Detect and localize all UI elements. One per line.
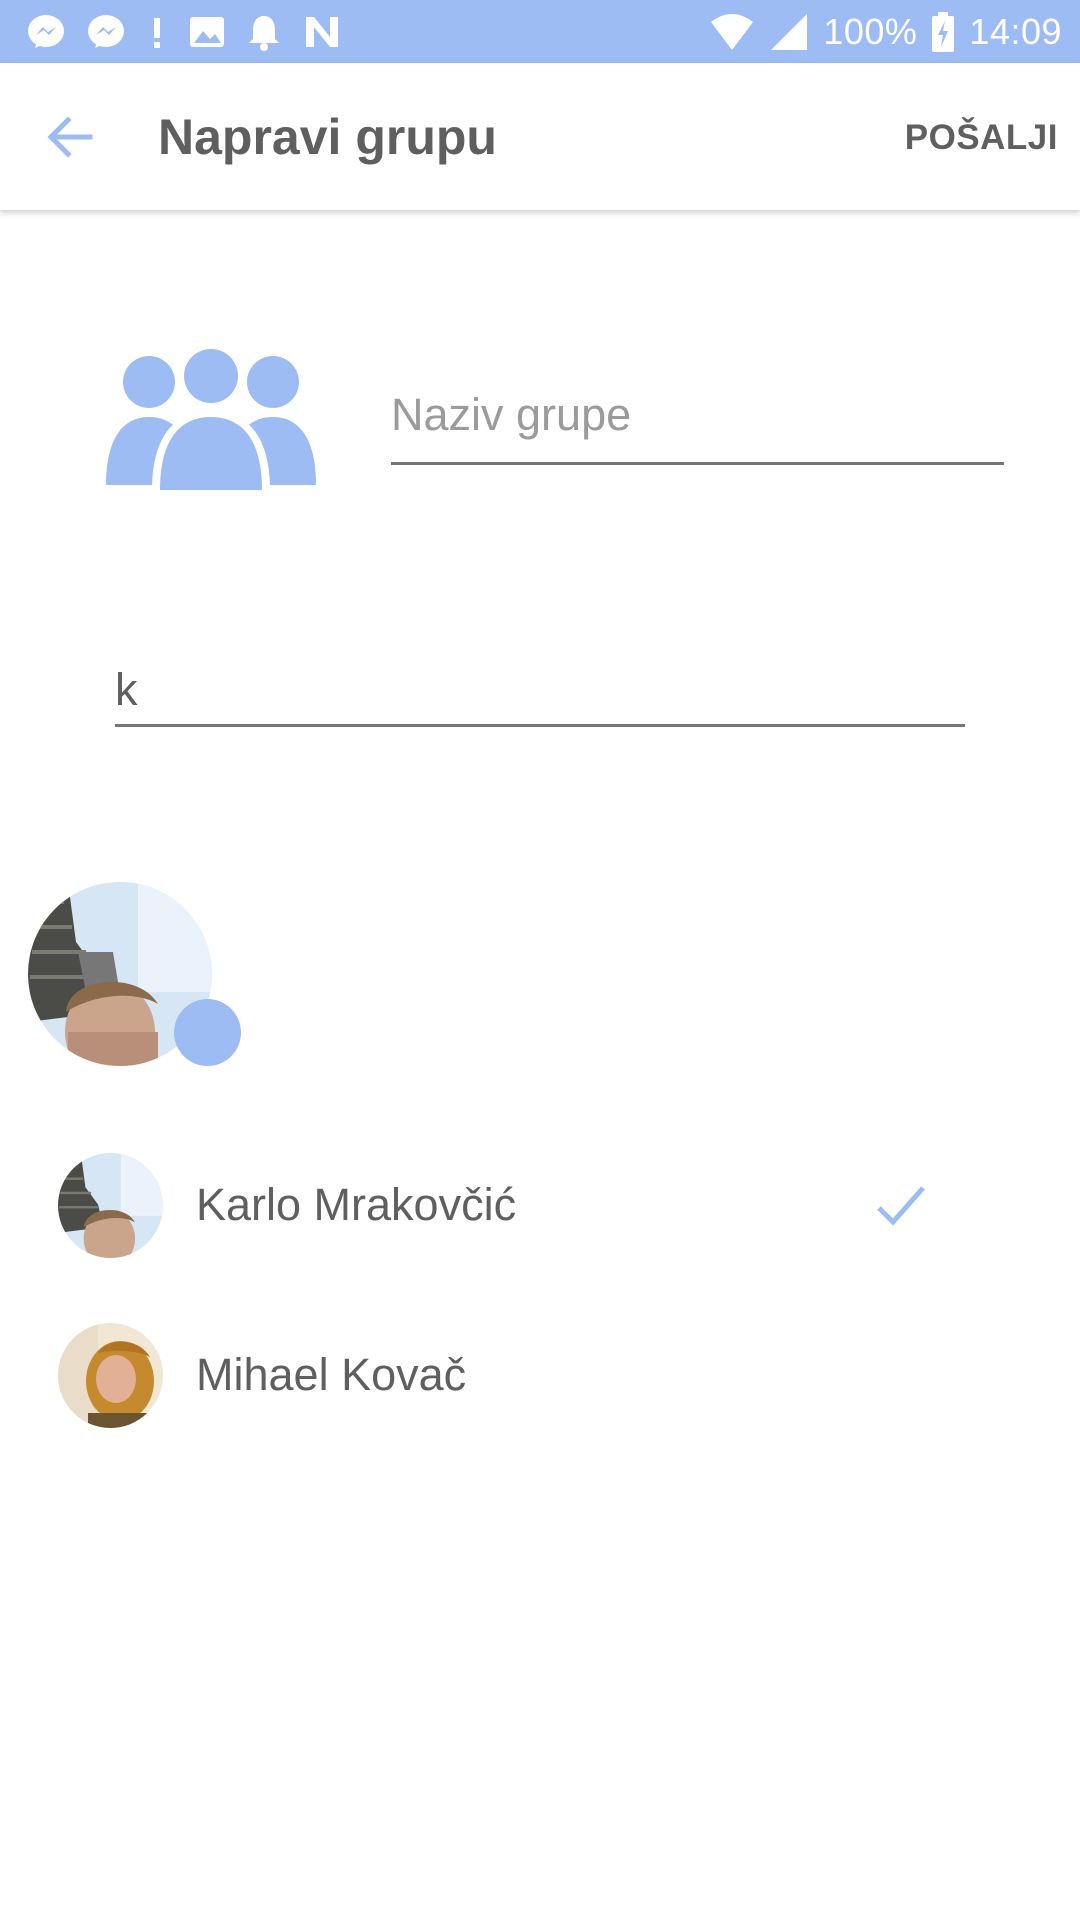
group-icon [106,344,316,490]
send-button[interactable]: POŠALJI [905,113,1058,163]
group-name-field[interactable]: Naziv grupe [391,380,1004,465]
contact-name: Karlo Mrakovčić [196,1179,517,1230]
bell-icon [246,12,282,52]
avatar [58,1153,163,1258]
clock: 14:09 [969,11,1062,52]
arrow-left-icon [47,116,93,158]
check-icon [873,1178,929,1234]
signal-icon [769,12,809,52]
back-button[interactable] [40,107,100,167]
wifi-icon [709,12,755,52]
status-bar: 100% 14:09 [0,0,1080,63]
group-photo-button[interactable] [100,344,322,490]
page-title: Napravi grupu [158,109,497,165]
app-bar: Napravi grupu POŠALJI [0,63,1080,210]
avatar [58,1323,163,1428]
battery-icon [931,11,955,53]
search-value: k [115,664,138,715]
image-icon [188,13,226,51]
messenger-icon [26,12,66,52]
list-item[interactable]: Karlo Mrakovčić [25,1120,1055,1290]
group-name-placeholder: Naziv grupe [391,389,632,440]
alert-icon [146,12,168,52]
n-icon [302,13,342,51]
battery-percent: 100% [823,11,918,52]
contact-name: Mihael Kovač [196,1349,467,1400]
list-item[interactable]: Mihael Kovač [25,1290,1055,1460]
search-input[interactable]: k [115,660,965,727]
contact-list: Karlo Mrakovčić Mihael Kovač [25,1120,1055,1460]
messenger-icon [86,12,126,52]
selected-badge [174,999,241,1066]
selected-member-chip[interactable] [28,882,241,1068]
